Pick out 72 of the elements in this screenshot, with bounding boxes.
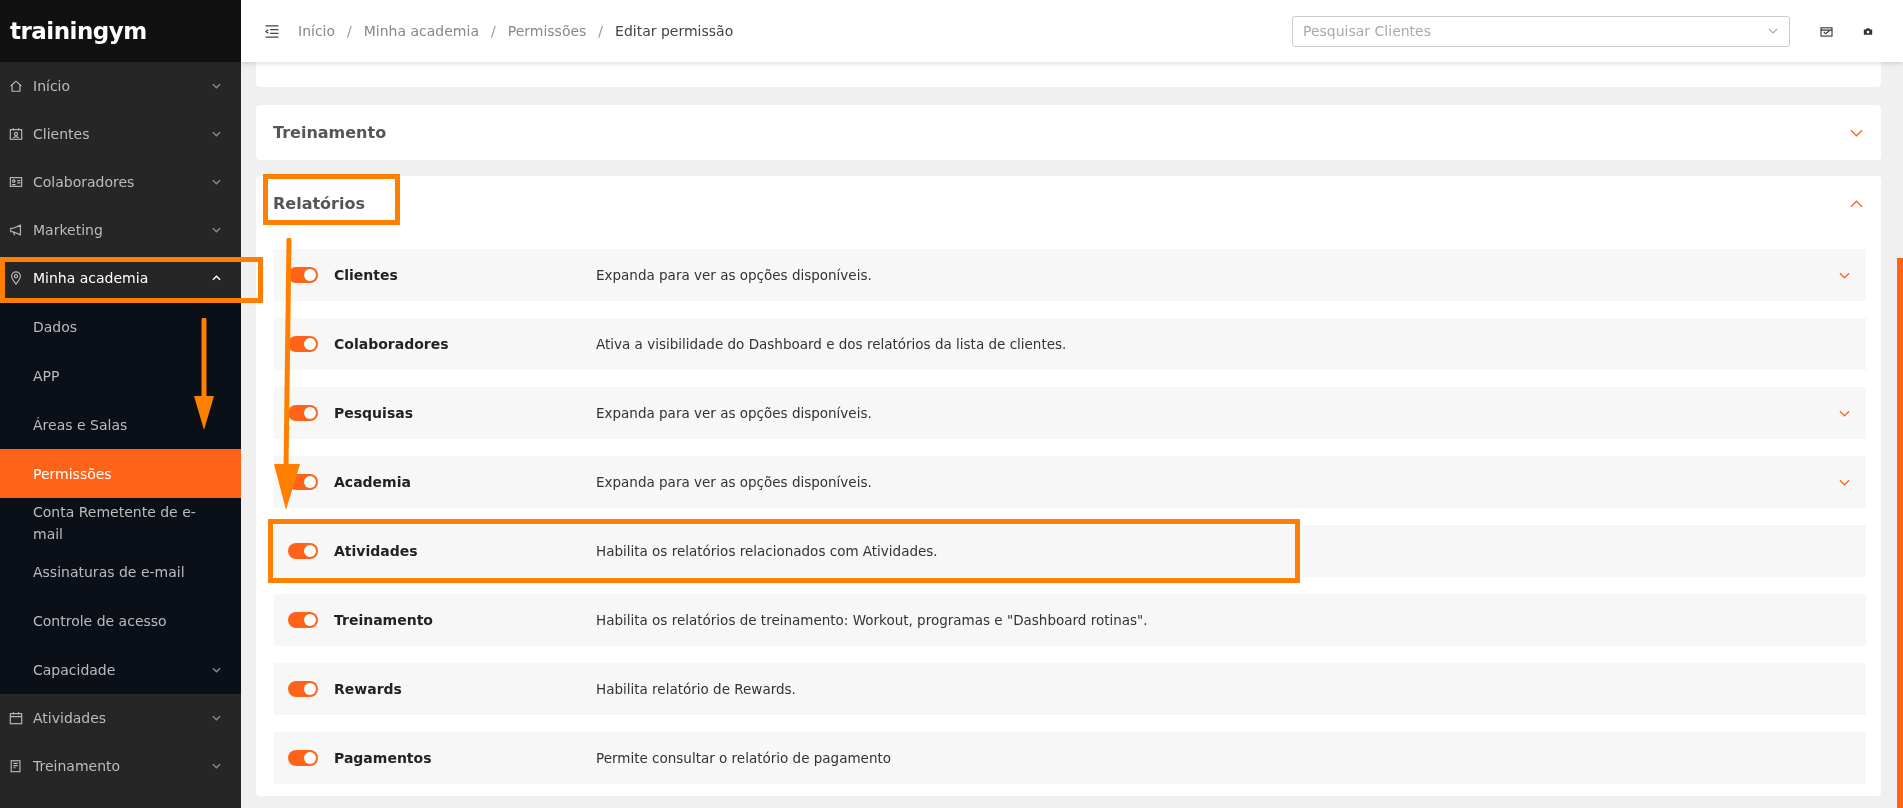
- camera-icon[interactable]: [1863, 26, 1873, 36]
- breadcrumb-separator: /: [347, 23, 352, 39]
- sidebar-item[interactable]: Atividades: [0, 694, 241, 742]
- submenu-item[interactable]: Conta Remetente de e-mail: [0, 498, 241, 547]
- submenu-item[interactable]: Dados: [0, 302, 241, 351]
- chevron-icon: [1850, 199, 1863, 208]
- sidebar-item[interactable]: Treinamento: [0, 742, 241, 790]
- sidebar-item[interactable]: Clientes: [0, 110, 241, 158]
- sidebar-item[interactable]: Início: [0, 62, 241, 110]
- permission-name: Clientes: [334, 267, 399, 283]
- permission-description: Permite consultar o relatório de pagamento: [596, 750, 892, 766]
- chevron-icon: [212, 275, 221, 281]
- breadcrumb-link[interactable]: Permissões: [507, 23, 587, 39]
- chevron-icon: [1850, 128, 1863, 137]
- permission-name: Rewards: [334, 681, 403, 697]
- home-icon: [9, 79, 23, 93]
- breadcrumb-link[interactable]: Minha academia: [363, 23, 479, 39]
- chevron-icon: [212, 715, 221, 721]
- id-badge-icon: [9, 127, 23, 141]
- map-pin-icon: [9, 271, 23, 285]
- permission-description: Habilita relatório de Rewards.: [596, 681, 797, 697]
- section-header[interactable]: Relatórios: [256, 176, 1881, 231]
- sidebar-item[interactable]: Minha academia: [0, 254, 241, 302]
- calendar-icon: [9, 711, 23, 725]
- submenu-item[interactable]: Capacidade: [0, 645, 241, 694]
- chevron-icon: [212, 179, 221, 185]
- permission-name: Pagamentos: [334, 750, 433, 766]
- submenu-item[interactable]: Assinaturas de e-mail: [0, 547, 241, 596]
- section-header[interactable]: Treinamento: [256, 105, 1881, 160]
- clipboard-icon: [9, 759, 23, 773]
- id-card-icon: [9, 175, 23, 189]
- permission-name: Treinamento: [334, 612, 434, 628]
- permission-description: Habilita os relatórios relacionados com Atividades.: [596, 543, 939, 559]
- breadcrumb-current: Editar permissão: [615, 23, 734, 39]
- toggle-switch[interactable]: [288, 750, 318, 766]
- search-field[interactable]: Pesquisar Clientes: [1292, 15, 1790, 47]
- menu-collapse-icon[interactable]: [264, 24, 280, 38]
- permission-name: Colaboradores: [334, 336, 450, 352]
- toggle-switch[interactable]: [288, 681, 318, 697]
- chevron-icon: [212, 131, 221, 137]
- toggle-switch[interactable]: [288, 543, 318, 559]
- permission-description: Expanda para ver as opções disponíveis.: [596, 405, 873, 421]
- submenu-item[interactable]: APP: [0, 351, 241, 400]
- calendar-icon[interactable]: [1820, 25, 1833, 37]
- permission-description: Habilita os relatórios de treinamento: Workout, programas e "Dashboard rotinas".: [596, 612, 1149, 628]
- breadcrumb-separator: /: [598, 23, 604, 39]
- scrollbar-thumb[interactable]: [1897, 258, 1903, 808]
- permission-name: Atividades: [334, 543, 419, 559]
- brand-logo[interactable]: trainingym: [10, 18, 147, 44]
- chevron-icon[interactable]: [1839, 478, 1850, 486]
- permission-name: Pesquisas: [334, 405, 414, 421]
- toggle-switch[interactable]: [288, 405, 318, 421]
- permission-description: Expanda para ver as opções disponíveis.: [596, 474, 873, 490]
- chevron-icon: [212, 227, 221, 233]
- megaphone-icon: [9, 223, 23, 237]
- toggle-switch[interactable]: [288, 336, 318, 352]
- sidebar-item[interactable]: Marketing: [0, 206, 241, 254]
- chevron-icon: [212, 83, 221, 89]
- toggle-switch[interactable]: [288, 612, 318, 628]
- submenu-item[interactable]: Áreas e Salas: [0, 400, 241, 449]
- submenu-item[interactable]: Controle de acesso: [0, 596, 241, 645]
- chevron-icon: [212, 763, 221, 769]
- chevron-icon: [212, 666, 221, 673]
- permission-description: Expanda para ver as opções disponíveis.: [596, 267, 873, 283]
- breadcrumb-separator: /: [491, 23, 496, 39]
- permission-description: Ativa a visibilidade do Dashboard e dos relatórios da lista de clientes.: [596, 336, 1068, 352]
- sidebar-item[interactable]: Colaboradores: [0, 158, 241, 206]
- permission-name: Academia: [334, 474, 412, 490]
- chevron-icon[interactable]: [1839, 409, 1850, 417]
- chevron-icon: [1768, 27, 1778, 34]
- chevron-icon[interactable]: [1839, 271, 1850, 279]
- breadcrumb-link[interactable]: Início: [298, 23, 336, 39]
